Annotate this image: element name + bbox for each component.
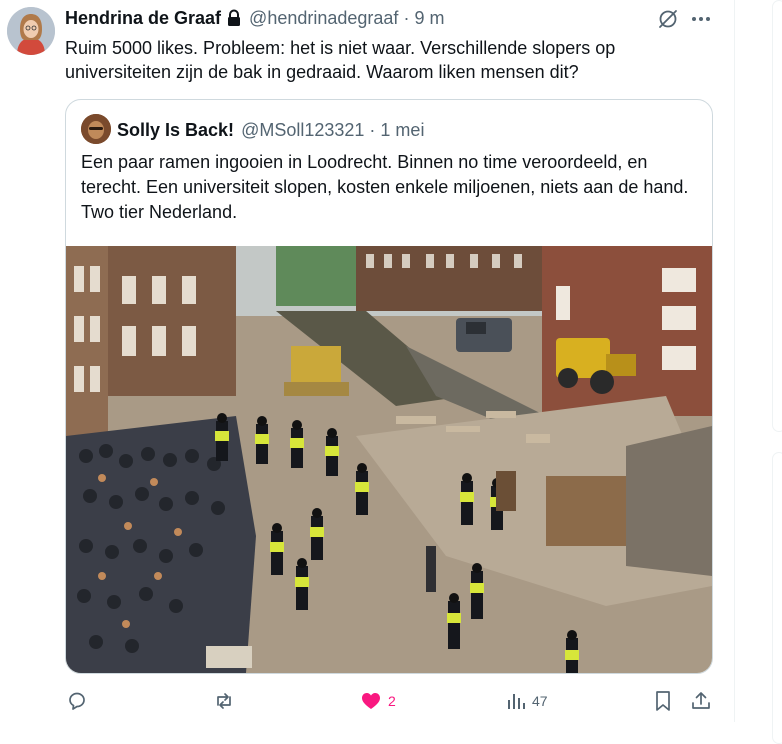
- tweet-actions: 2 47: [0, 683, 734, 719]
- tweet-text: Ruim 5000 likes. Probleem: het is niet w…: [65, 38, 616, 82]
- quoted-author-avatar[interactable]: [81, 114, 111, 144]
- quoted-tweet[interactable]: Solly Is Back! @MSoll123321 · 1 mei Een …: [65, 99, 713, 674]
- separator-dot: ·: [403, 7, 410, 28]
- reply-button[interactable]: [66, 683, 94, 719]
- grok-icon[interactable]: [655, 6, 681, 32]
- author-name[interactable]: Hendrina de Graaf: [65, 8, 221, 29]
- sidebar-card: [772, 452, 782, 744]
- author-avatar[interactable]: [7, 7, 55, 55]
- like-count: 2: [388, 693, 396, 709]
- sidebar-card: [772, 0, 782, 432]
- bookmark-icon: [656, 691, 670, 711]
- quoted-tweet-header: Solly Is Back! @MSoll123321 · 1 mei: [117, 119, 424, 141]
- repost-button[interactable]: [213, 683, 241, 719]
- author-handle[interactable]: @hendrinadegraaf: [249, 8, 398, 29]
- share-button[interactable]: [690, 683, 712, 719]
- tweet-header: Hendrina de Graaf @hendrinadegraaf · 9 m: [65, 6, 444, 30]
- tweet-timestamp[interactable]: 9 m: [414, 8, 444, 29]
- bookmark-button[interactable]: [653, 683, 673, 719]
- quoted-author-name[interactable]: Solly Is Back!: [117, 120, 234, 141]
- avatar-image: [81, 114, 111, 144]
- quoted-tweet-text: Een paar ramen ingooien in Loodrecht. Bi…: [81, 152, 689, 222]
- quoted-tweet-image[interactable]: [66, 246, 712, 673]
- share-icon: [692, 692, 710, 709]
- heart-filled-icon: [362, 693, 380, 709]
- avatar-image: [7, 7, 55, 55]
- separator-dot: ·: [369, 119, 376, 140]
- quoted-timestamp[interactable]: 1 mei: [380, 120, 424, 141]
- views-button[interactable]: 47: [506, 683, 548, 719]
- reply-icon: [69, 692, 85, 710]
- more-icon[interactable]: [688, 6, 714, 32]
- repost-icon: [217, 693, 231, 709]
- quoted-author-handle[interactable]: @MSoll123321: [241, 120, 364, 141]
- views-icon: [508, 694, 525, 709]
- lock-icon: [226, 9, 242, 27]
- views-count: 47: [532, 693, 548, 709]
- like-button[interactable]: 2: [360, 683, 396, 719]
